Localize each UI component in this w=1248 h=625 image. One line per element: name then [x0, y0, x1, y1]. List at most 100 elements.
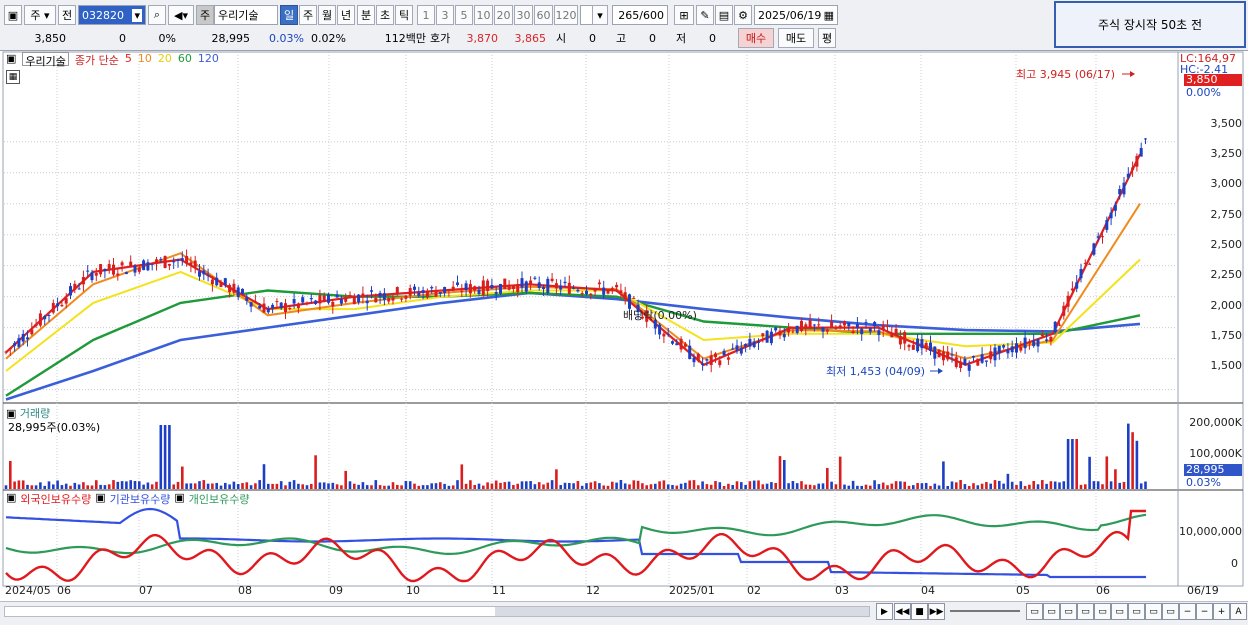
volume-bar — [662, 480, 666, 489]
ma20-label[interactable]: 20 — [158, 52, 172, 66]
layout-icon[interactable]: ▭ — [1026, 603, 1043, 620]
tab-year[interactable]: 년 — [337, 5, 355, 25]
volume-bar — [697, 485, 700, 489]
buy-button[interactable]: 매수 — [738, 28, 774, 48]
layout-icon[interactable]: ▭ — [1077, 603, 1094, 620]
layout-icon[interactable]: ▭ — [1060, 603, 1077, 620]
minus-icon[interactable]: − — [1196, 603, 1213, 620]
low-arrowhead — [938, 368, 943, 374]
interval-dropdown-icon[interactable]: ▾ — [592, 5, 608, 25]
speed-slider[interactable] — [950, 610, 1020, 612]
tab-tick[interactable]: 틱 — [395, 5, 413, 25]
zoom-out-icon[interactable]: − — [1179, 603, 1196, 620]
candle-body — [769, 331, 773, 344]
foreign-legend[interactable]: 외국인보유수량 — [20, 491, 91, 507]
ma-title[interactable]: 종가 단순 — [75, 52, 119, 67]
interval-60[interactable]: 60 — [534, 5, 553, 25]
chart-area[interactable] — [0, 50, 1248, 621]
volume-bar — [856, 485, 859, 489]
rewind-icon[interactable]: ◀◀ — [894, 603, 911, 620]
candle-body — [430, 287, 434, 289]
high-arrowhead — [1130, 71, 1135, 77]
layout-icon[interactable]: ▭ — [1094, 603, 1111, 620]
volume-bar — [946, 485, 949, 489]
layout-icon[interactable]: ▭ — [1145, 603, 1162, 620]
date-field[interactable]: 2025/06/19 ▦ — [754, 5, 838, 25]
speaker-icon[interactable]: ◀▾ — [168, 5, 194, 25]
calculator-icon[interactable]: ▦ — [6, 70, 20, 84]
interval-5[interactable]: 5 — [455, 5, 473, 25]
forward-icon[interactable]: ▶▶ — [928, 603, 945, 620]
prev-button[interactable]: 전 — [58, 5, 76, 25]
scroll-track[interactable] — [4, 606, 870, 617]
ma-line-10 — [5, 203, 1141, 360]
tab-day[interactable]: 일 — [280, 5, 298, 25]
interval-20[interactable]: 20 — [494, 5, 513, 25]
ma120-label[interactable]: 120 — [198, 52, 219, 66]
candle-body — [180, 258, 184, 261]
candle-icon[interactable]: ⊞ — [674, 5, 694, 25]
layout-icon[interactable]: ▭ — [1162, 603, 1179, 620]
stock-name-field[interactable]: 우리기술 — [214, 5, 278, 25]
candle-body — [524, 281, 528, 292]
eval-button[interactable]: 평 — [818, 28, 836, 48]
volume-bar — [254, 483, 257, 489]
layout-icon[interactable]: ▭ — [1111, 603, 1128, 620]
layout-icon[interactable]: ▭ — [1128, 603, 1145, 620]
volume-bar — [365, 485, 369, 489]
ma60-label[interactable]: 60 — [178, 52, 192, 66]
volume-bar — [791, 481, 795, 489]
volume-bar — [1071, 439, 1074, 489]
count-field[interactable]: 265/600 — [612, 5, 668, 25]
stock-name-label[interactable]: 우리기술 — [22, 52, 69, 68]
font-icon[interactable]: A — [1230, 603, 1247, 620]
ma5-label[interactable]: 5 — [125, 52, 132, 66]
volume-bar — [202, 480, 206, 489]
candle-body — [881, 324, 885, 331]
interval-120[interactable]: 120 — [554, 5, 578, 25]
scroll-right-icon[interactable]: ▶ — [876, 603, 893, 620]
window-icon[interactable]: ▣ — [4, 5, 22, 25]
scroll-thumb[interactable] — [495, 607, 869, 616]
candle-body — [163, 256, 167, 268]
candle-body — [1015, 343, 1018, 353]
tab-week[interactable]: 주 — [299, 5, 317, 25]
candle-body — [124, 272, 128, 275]
search-icon[interactable]: ⌕ — [148, 5, 166, 25]
interval-3[interactable]: 3 — [436, 5, 454, 25]
candle-body — [499, 284, 502, 294]
volume-bar — [512, 485, 515, 489]
type-select[interactable]: 주 ▾ — [24, 5, 56, 25]
tab-minute[interactable]: 분 — [357, 5, 375, 25]
volume-bar — [563, 482, 567, 489]
volume-bar — [417, 485, 421, 489]
volume-bar — [4, 485, 8, 489]
volume-bar — [576, 481, 580, 489]
candle-body — [391, 297, 395, 301]
code-input[interactable]: 032820 ▾ — [78, 5, 146, 25]
tab-month[interactable]: 월 — [318, 5, 336, 25]
candle-body — [301, 297, 305, 303]
tab-second[interactable]: 초 — [376, 5, 394, 25]
tool-icon[interactable]: ✎ — [696, 5, 714, 25]
candle-body — [382, 293, 386, 300]
layout-icon[interactable]: ▭ — [1043, 603, 1060, 620]
candle-body — [950, 354, 954, 356]
institution-legend[interactable]: 기관보유수량 — [110, 491, 171, 507]
gear-icon[interactable]: ⚙ — [734, 5, 752, 25]
calendar-icon[interactable]: ▦ — [824, 9, 834, 22]
interval-30[interactable]: 30 — [514, 5, 533, 25]
interval-1[interactable]: 1 — [417, 5, 435, 25]
plus-icon[interactable]: + — [1213, 603, 1230, 620]
volume-bar — [959, 480, 962, 489]
stop-icon[interactable]: ■ — [911, 603, 928, 620]
candle-body — [1023, 337, 1027, 349]
interval-10[interactable]: 10 — [474, 5, 493, 25]
individual-legend[interactable]: 개인보유수량 — [189, 491, 250, 507]
ma10-label[interactable]: 10 — [138, 52, 152, 66]
volume-bar — [163, 425, 167, 489]
save-icon[interactable]: ▤ — [715, 5, 733, 25]
chart-canvas[interactable] — [0, 51, 1248, 622]
volume-bar — [361, 482, 365, 489]
sell-button[interactable]: 매도 — [778, 28, 814, 48]
